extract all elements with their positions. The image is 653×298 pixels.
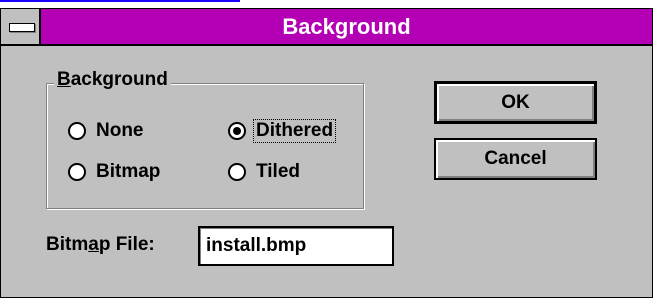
- groupbox-legend: Background: [54, 69, 171, 91]
- bitmap-file-label-pre: Bitm: [46, 234, 89, 255]
- legend-mnemonic: B: [57, 69, 71, 90]
- radio-tiled-label: Tiled: [256, 161, 300, 182]
- system-menu-icon: [9, 23, 35, 32]
- title-bar: Background: [1, 9, 652, 46]
- radio-dithered[interactable]: Dithered: [228, 119, 337, 143]
- radio-tiled[interactable]: Tiled: [228, 161, 302, 183]
- bitmap-file-label-mnemonic: a: [88, 234, 99, 255]
- radio-tiled-circle: [228, 163, 246, 181]
- bitmap-file-label-post: p File:: [98, 234, 155, 255]
- legend-rest: ackground: [70, 69, 168, 90]
- radio-none-label: None: [96, 120, 144, 141]
- cancel-button[interactable]: Cancel: [434, 138, 597, 180]
- radio-dithered-circle: [228, 122, 246, 140]
- radio-bitmap-label: Bitmap: [96, 161, 161, 182]
- radio-none-circle: [68, 122, 86, 140]
- radio-bitmap[interactable]: Bitmap: [68, 161, 162, 183]
- system-menu-button[interactable]: [1, 9, 41, 44]
- link-underline: [0, 0, 240, 2]
- bitmap-file-label: Bitmap File:: [46, 234, 155, 256]
- radio-dithered-label: Dithered: [252, 119, 337, 143]
- bitmap-file-input[interactable]: install.bmp: [198, 226, 394, 266]
- ok-button[interactable]: OK: [434, 81, 597, 124]
- radio-none[interactable]: None: [68, 120, 146, 142]
- window-title: Background: [282, 13, 411, 39]
- background-groupbox: [46, 83, 364, 209]
- radio-bitmap-circle: [68, 163, 86, 181]
